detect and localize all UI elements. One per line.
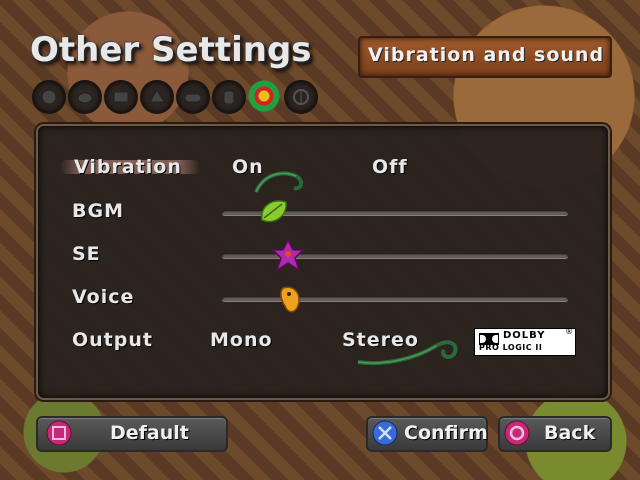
output-label: Output: [72, 329, 153, 351]
vibration-off-option[interactable]: Off: [372, 156, 408, 178]
default-label: Default: [110, 422, 189, 444]
gamepad-icon[interactable]: [176, 80, 210, 114]
dolby-pro-logic-text: PRO LOGIC II: [479, 343, 543, 352]
monster-icon[interactable]: [32, 80, 66, 114]
cross-button-icon: [372, 420, 398, 446]
pet-icon[interactable]: [68, 80, 102, 114]
circle-button-icon: [504, 420, 530, 446]
dolby-text: DOLBY: [503, 330, 546, 341]
output-mono-option[interactable]: Mono: [210, 329, 273, 351]
vibration-label: Vibration: [74, 156, 182, 178]
voice-slider[interactable]: [222, 296, 568, 301]
back-label: Back: [544, 422, 596, 444]
vine-cursor-icon: [254, 171, 303, 193]
hand-icon[interactable]: [212, 80, 246, 114]
save-icon[interactable]: [284, 80, 318, 114]
se-label: SE: [72, 243, 101, 265]
se-leaf-knob-icon[interactable]: [270, 238, 305, 272]
bgm-leaf-knob-icon[interactable]: [258, 196, 290, 228]
square-button-icon: [46, 420, 72, 446]
voice-label: Voice: [72, 286, 135, 308]
bgm-label: BGM: [72, 200, 124, 222]
book-icon[interactable]: [104, 80, 138, 114]
map-icon[interactable]: [140, 80, 174, 114]
confirm-label: Confirm: [404, 422, 488, 444]
dolby-pro-logic-badge: DOLBY PRO LOGIC II ®: [474, 327, 576, 356]
vine-cursor-output-icon: [357, 340, 458, 366]
voice-leaf-knob-icon[interactable]: [277, 282, 305, 316]
subtitle-label: Vibration and sound: [368, 44, 605, 66]
flower-icon[interactable]: [248, 80, 280, 112]
page-title: Other Settings: [30, 30, 312, 70]
dolby-registered-mark: ®: [565, 327, 573, 336]
